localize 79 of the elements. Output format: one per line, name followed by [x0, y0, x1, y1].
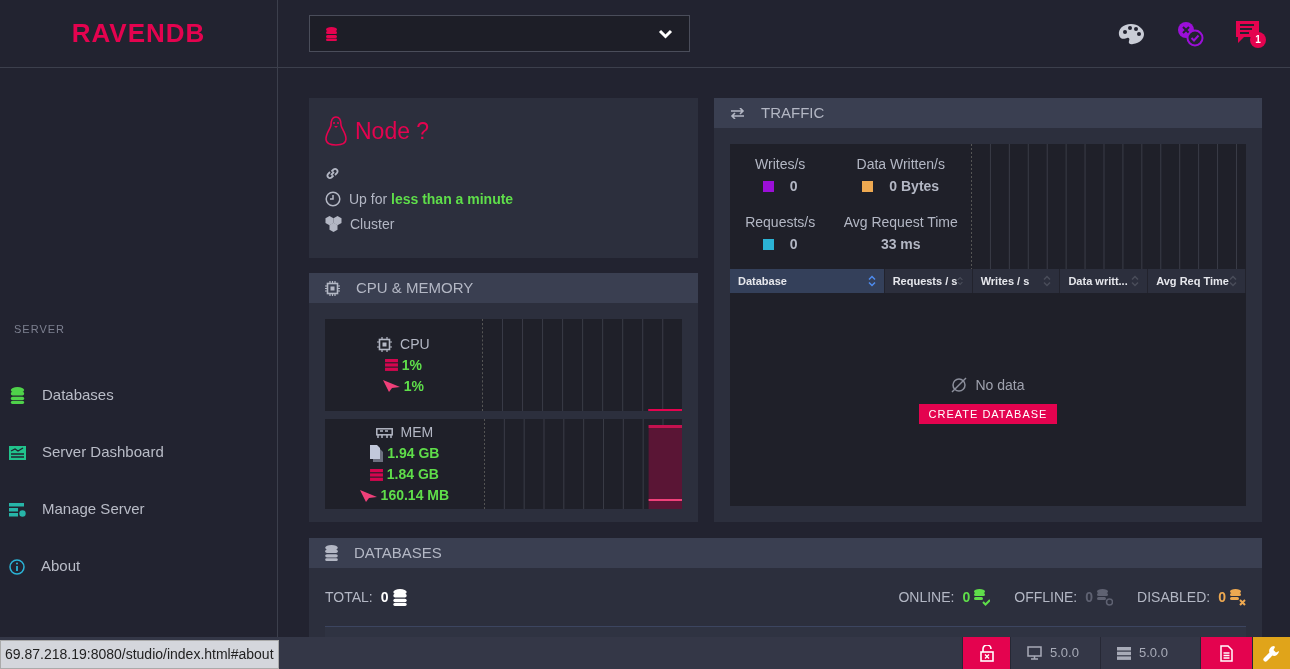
memory-icon [375, 427, 393, 438]
penguin-icon [325, 116, 347, 147]
online-label: ONLINE: [898, 587, 955, 607]
create-database-button[interactable]: CREATE DATABASE [918, 403, 1058, 425]
metric-value: 1.94 GB [387, 444, 440, 463]
lock-icon [979, 644, 994, 662]
database-icon [9, 387, 26, 404]
sidebar-item[interactable]: Manage Server [0, 481, 277, 538]
column-header[interactable]: Database [730, 269, 885, 293]
clock-icon [325, 191, 341, 208]
chip-icon [377, 336, 393, 352]
server-icon [384, 359, 398, 371]
empty-set-icon [951, 377, 968, 394]
notification-button[interactable]: 1 [1236, 19, 1266, 48]
chip-icon [325, 280, 340, 296]
panel-title: DATABASES [354, 542, 442, 563]
total-count: 0 [380, 587, 389, 607]
total-label: TOTAL: [325, 587, 373, 607]
database-icon [392, 588, 407, 606]
transfer-icon [730, 107, 745, 119]
palette-icon[interactable] [1118, 22, 1145, 45]
lock-button[interactable] [962, 637, 1010, 669]
status-url: 69.87.218.19:8080/studio/index.html#about [0, 640, 279, 669]
node-title: Node ? [355, 117, 430, 146]
metric-value: 1% [401, 355, 422, 375]
sort-icon [867, 275, 876, 287]
panel-title: CPU & MEMORY [356, 277, 474, 298]
status-check-icon[interactable] [1177, 20, 1204, 47]
metric-value: 1.84 GB [386, 465, 439, 484]
sort-icon [1229, 275, 1237, 287]
info-icon [9, 558, 25, 575]
files-icon [369, 445, 384, 462]
stat-value: 0 Bytes [889, 177, 940, 196]
server-icon [1117, 646, 1131, 660]
sidebar-item[interactable]: About [0, 538, 277, 595]
chevron-down-icon [658, 28, 673, 39]
database-check-icon [974, 588, 991, 606]
stat-label: Writes/s [755, 155, 806, 174]
sidebar-item[interactable]: Databases [0, 367, 277, 424]
database-offline-icon [1097, 588, 1114, 606]
server-settings-icon [9, 502, 26, 517]
link-icon[interactable] [325, 165, 340, 181]
stat-value: 0 [789, 234, 798, 254]
notification-count: 1 [1250, 32, 1266, 48]
raven-icon [382, 380, 400, 392]
wrench-button[interactable] [1252, 637, 1290, 669]
disabled-label: DISABLED: [1137, 587, 1211, 607]
monitor-icon [1027, 646, 1042, 660]
metric-value: 1% [403, 376, 424, 396]
stat-label: Data Written/s [856, 155, 945, 174]
database-disabled-icon [1230, 588, 1246, 606]
wrench-icon [1263, 644, 1280, 662]
panel-title: TRAFFIC [761, 102, 825, 123]
raven-icon [359, 489, 377, 502]
client-version-button[interactable]: 5.0.0 [1010, 637, 1100, 669]
sort-icon [1043, 275, 1052, 287]
document-icon [1220, 644, 1233, 662]
database-icon [325, 545, 338, 561]
uptime-text: Up for less than a minute [349, 189, 514, 209]
offline-label: OFFLINE: [1014, 587, 1078, 607]
metric-label: MEM [400, 423, 434, 442]
empty-message: No data [975, 375, 1025, 395]
sidebar-item[interactable]: Server Dashboard [0, 424, 277, 481]
stat-value: 0 [789, 177, 798, 196]
cluster-label[interactable]: Cluster [350, 213, 395, 235]
database-icon [326, 26, 337, 41]
sort-icon [957, 275, 964, 287]
dashboard-icon [9, 445, 26, 460]
stat-label: Avg Request Time [843, 212, 958, 232]
stat-value: 33 ms [880, 234, 921, 254]
stat-label: Requests/s [745, 212, 816, 232]
section-heading: SERVER [13, 321, 67, 337]
online-count: 0 [962, 587, 971, 607]
metric-label: CPU [400, 334, 430, 354]
server-icon [369, 468, 383, 481]
sort-icon [1131, 275, 1140, 287]
disabled-count: 0 [1218, 587, 1226, 607]
cluster-icon [325, 216, 342, 233]
metric-value: 160.14 MB [380, 486, 450, 505]
